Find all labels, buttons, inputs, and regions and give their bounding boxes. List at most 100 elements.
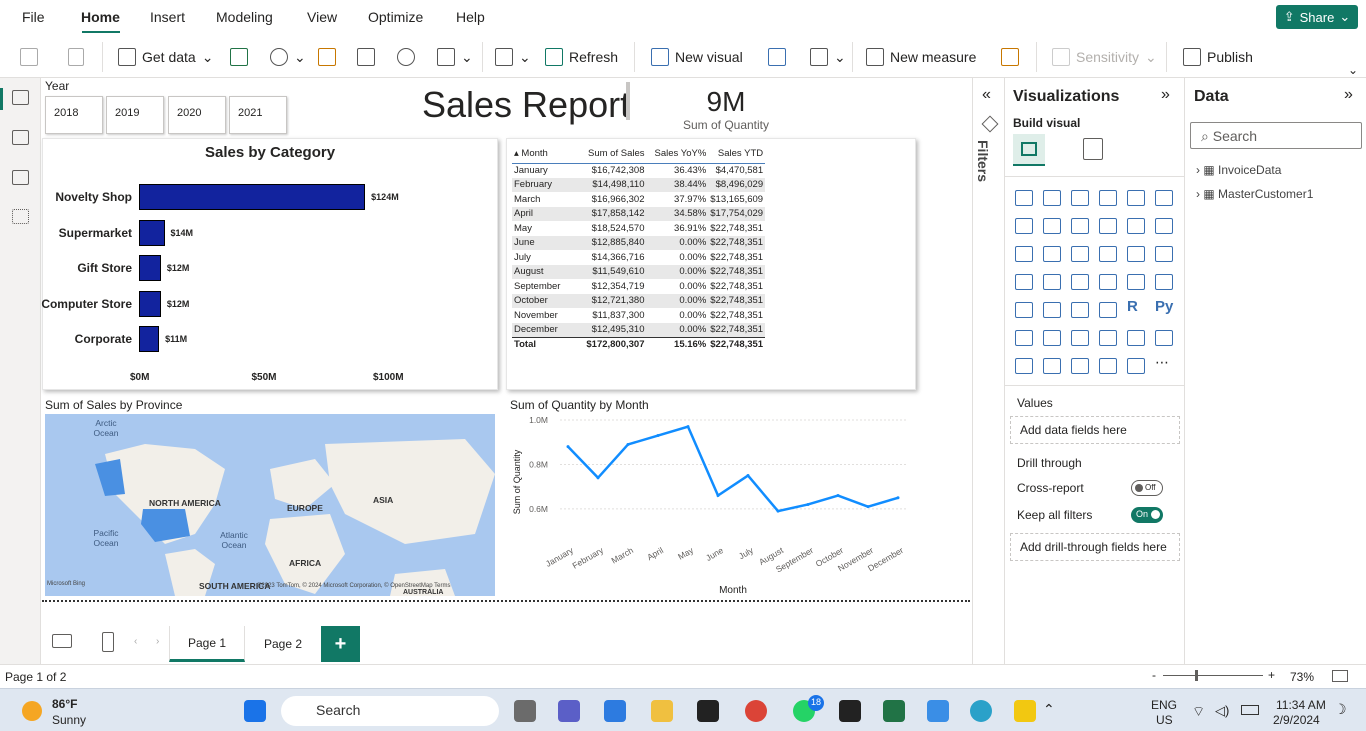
filters-pane[interactable]: « Filters [972,78,1005,664]
chrome-icon[interactable] [745,700,767,722]
fit-page-icon[interactable] [1332,670,1348,682]
100-bar-icon[interactable] [1127,190,1145,206]
report-view-icon[interactable] [12,90,29,105]
volume-icon[interactable]: ◁) [1215,703,1229,719]
slicer-option-2019[interactable]: 2019 [106,96,164,134]
table-item-invoicedata[interactable]: › ▦ InvoiceData [1196,163,1281,177]
power-apps-icon[interactable] [1015,358,1033,374]
excel-button[interactable] [230,45,248,69]
series-line[interactable] [567,425,899,513]
bar[interactable] [139,219,165,246]
menu-help[interactable]: Help [456,9,485,25]
new-visual-button[interactable]: New visual [651,45,743,69]
kpi-card[interactable]: 9M Sum of Quantity [636,86,816,132]
keep-filters-toggle[interactable]: On [1131,507,1163,523]
line-clustered-icon[interactable] [1127,218,1145,234]
sensitivity-button[interactable]: Sensitivity ⌄ [1052,45,1157,69]
clustered-bar-icon[interactable] [1071,190,1089,206]
dax-query-icon[interactable] [12,209,29,224]
gauge-icon[interactable] [1099,274,1117,290]
column-header[interactable]: Sales YoY% [646,145,709,164]
file-explorer-icon[interactable] [651,700,673,722]
python-visual-icon[interactable]: Py [1155,298,1173,315]
wifi-icon[interactable]: ⌔ [1192,703,1205,721]
column-header[interactable]: Sum of Sales [580,145,647,164]
data-point[interactable] [686,425,690,429]
bar[interactable] [139,184,366,210]
column-header[interactable]: ▴ Month [512,145,580,164]
cross-report-toggle[interactable]: Off [1131,480,1163,496]
menu-optimize[interactable]: Optimize [368,9,423,25]
battery-icon[interactable] [1241,705,1259,715]
scroll-left-icon[interactable]: ‹ [134,636,137,647]
data-point[interactable] [806,502,810,506]
data-point[interactable] [716,494,720,498]
smart-narrative-icon[interactable] [1127,358,1145,374]
publish-button[interactable]: Publish [1183,45,1253,69]
multi-row-card-icon[interactable] [1155,274,1173,290]
dataverse-button[interactable] [397,45,415,69]
azure-map-icon[interactable] [1071,274,1089,290]
paste-button[interactable] [20,45,38,69]
100-column-icon[interactable] [1155,190,1173,206]
treemap-icon[interactable] [1155,246,1173,262]
values-drop-zone[interactable]: Add data fields here [1010,416,1180,444]
scatter-icon[interactable] [1071,246,1089,262]
collapse-filters-icon[interactable]: « [982,86,991,104]
clustered-column-icon[interactable] [1099,190,1117,206]
province-map[interactable]: Arctic Ocean NORTH AMERICA EUROPE ASIA P… [45,414,495,596]
table-icon[interactable] [1071,302,1089,318]
data-point[interactable] [596,476,600,480]
build-visual-tab[interactable] [1013,134,1045,166]
data-point[interactable] [566,445,570,449]
bar[interactable] [139,326,160,352]
slicer-option-2020[interactable]: 2020 [168,96,226,134]
data-point[interactable] [746,474,750,478]
notion-icon-2[interactable] [839,700,861,722]
table-view-icon[interactable] [12,130,29,145]
get-data-button[interactable]: Get data ⌄ [118,45,213,69]
windows-start-icon[interactable] [244,700,266,722]
area-icon[interactable] [1043,218,1061,234]
line-chart[interactable]: 0.6M 0.8M 1.0M JanuaryFebruary March April May… [506,412,916,602]
pie-icon[interactable] [1099,246,1117,262]
funnel-icon[interactable] [1043,246,1061,262]
narrative-icon[interactable] [1099,358,1117,374]
mobile-layout-icon[interactable] [102,632,114,652]
donut-icon[interactable] [1127,246,1145,262]
recent-sources-button[interactable]: ⌄ [437,45,473,69]
slicer-option-2018[interactable]: 2018 [45,96,103,134]
card-icon[interactable] [1127,274,1145,290]
data-point[interactable] [656,434,660,438]
stacked-column-icon[interactable] [1043,190,1061,206]
zoom-slider-thumb[interactable] [1195,670,1198,681]
data-point[interactable] [626,442,630,446]
text-box-button[interactable] [768,45,786,69]
line-icon[interactable] [1015,218,1033,234]
data-search-input[interactable]: ⌕ Search [1190,122,1362,149]
r-visual-icon[interactable]: R [1127,298,1138,315]
more-visuals-icon[interactable]: ⋯ [1155,354,1169,371]
data-point[interactable] [866,505,870,509]
scroll-right-icon[interactable]: › [156,636,159,647]
tray-chevron-up-icon[interactable]: ⌃ [1043,701,1055,718]
weather-temp[interactable]: 86°F [52,697,77,711]
decomp-tree-icon[interactable] [1043,330,1061,346]
stacked-area-icon[interactable] [1071,218,1089,234]
line-column-icon[interactable] [1099,218,1117,234]
desktop-layout-icon[interactable] [52,634,72,648]
share-button[interactable]: ⇪ Share ⌄ [1276,5,1358,29]
stacked-bar-icon[interactable] [1015,190,1033,206]
menu-insert[interactable]: Insert [150,9,185,25]
sql-button[interactable] [318,45,336,69]
column-header[interactable]: Sales YTD [708,145,766,164]
key-influencers-icon[interactable] [1015,330,1033,346]
taskbar-search[interactable]: Search [281,696,499,726]
tab-page-2[interactable]: Page 2 [245,626,321,662]
power-automate-icon[interactable] [1043,358,1061,374]
metrics-icon[interactable] [1127,330,1145,346]
arcgis-icon[interactable] [1071,358,1089,374]
bar[interactable] [139,255,161,281]
excel-taskbar-icon[interactable] [883,700,905,722]
notion-icon[interactable] [697,700,719,722]
